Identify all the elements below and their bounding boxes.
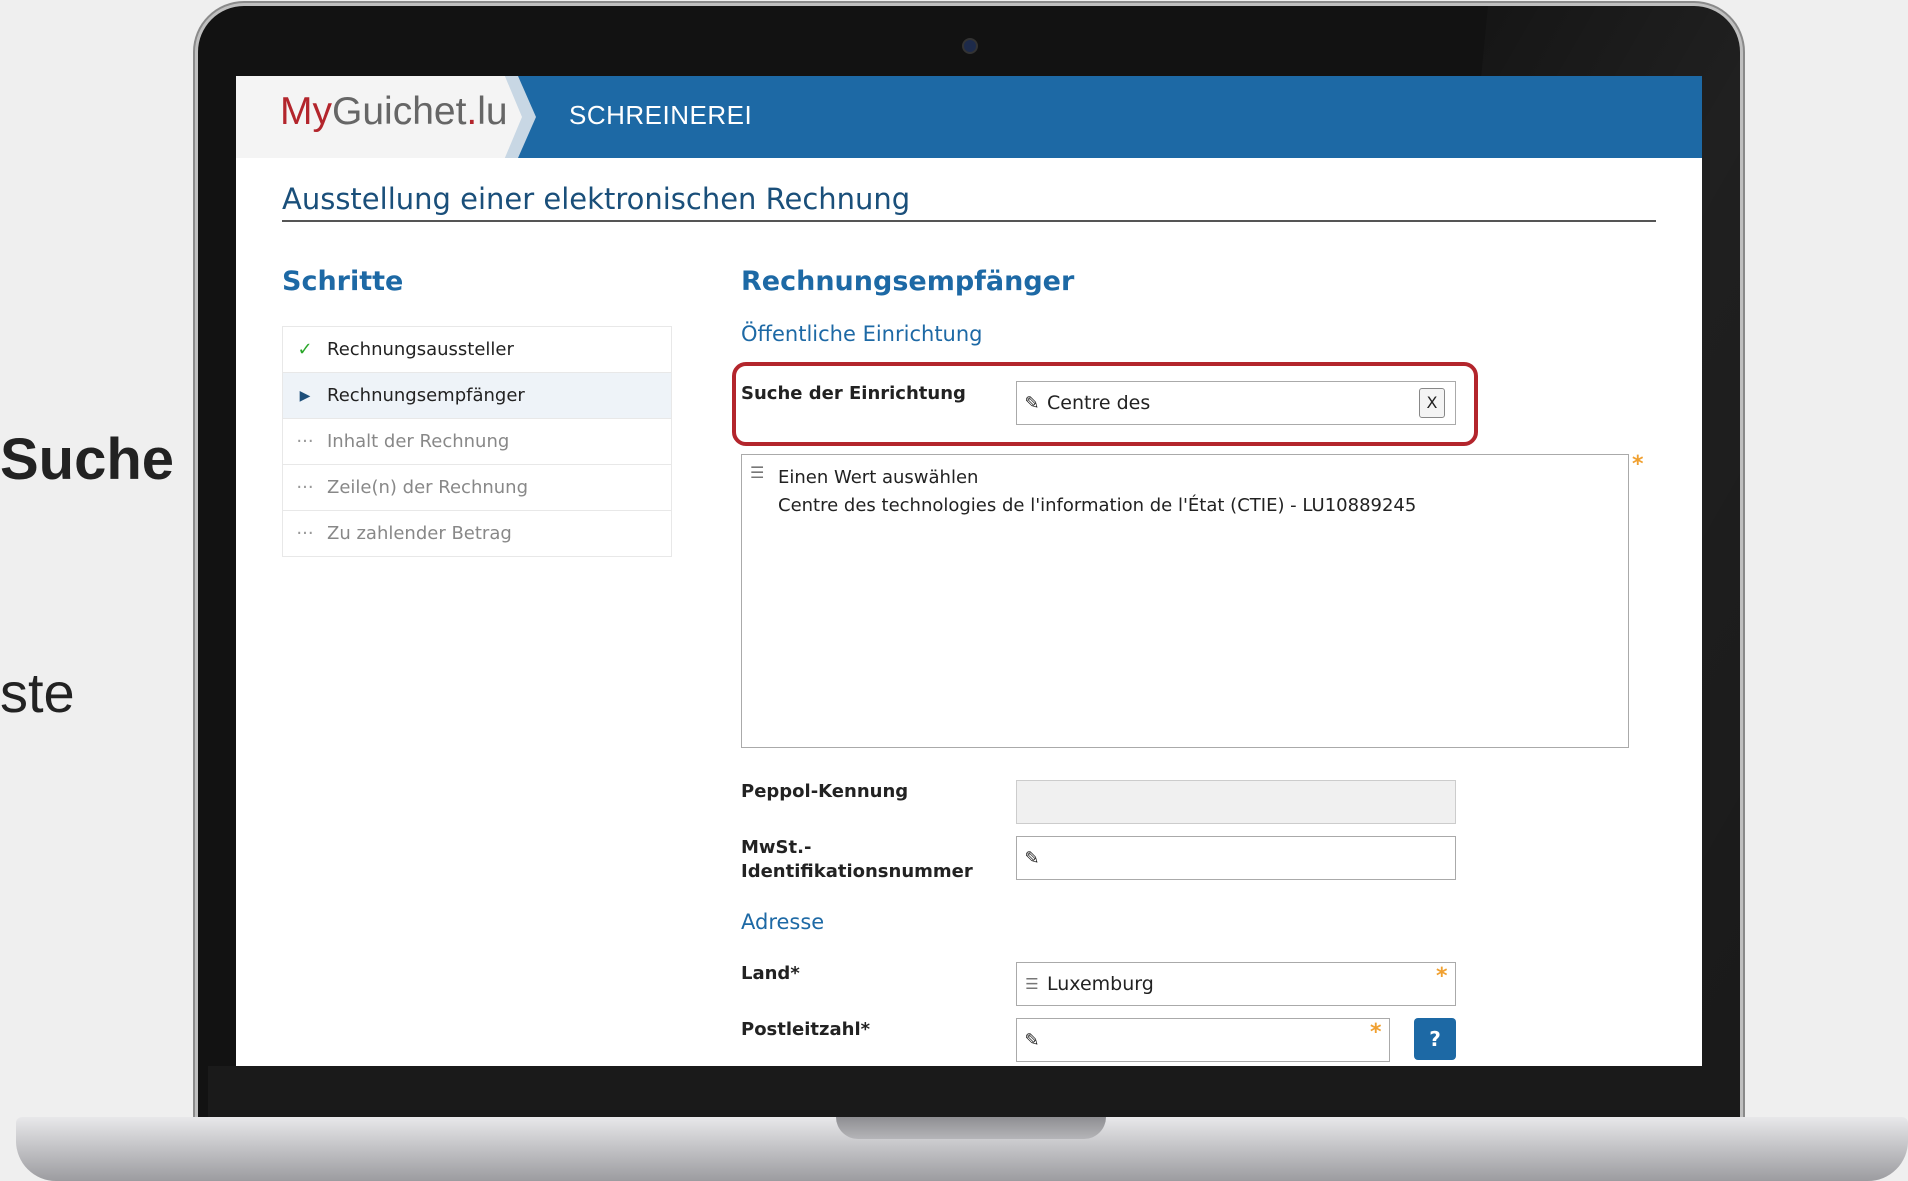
checkmark-icon: ✓	[297, 339, 313, 360]
pencil-icon: ✎	[1024, 1029, 1040, 1051]
step-item-inhalt: ··· Inhalt der Rechnung	[283, 419, 671, 465]
myguichet-logo[interactable]: MyGuichet.lu	[280, 90, 508, 134]
step-label: Rechnungsempfänger	[327, 385, 525, 406]
steps-list: ✓ Rechnungsaussteller ▶ Rechnungsempfäng…	[282, 326, 672, 557]
ellipsis-icon: ···	[296, 477, 314, 498]
step-item-rechnungsempfaenger[interactable]: ▶ Rechnungsempfänger	[283, 373, 671, 419]
vat-label: MwSt.- Identifikationsnummer	[741, 837, 973, 882]
required-marker: *	[1632, 452, 1644, 477]
postcode-input[interactable]: ✎	[1016, 1018, 1390, 1062]
list-option-ctie[interactable]: Centre des technologies de l'information…	[778, 495, 1416, 516]
postcode-label: Postleitzahl*	[741, 1019, 871, 1040]
slide-partial-heading: Suche	[0, 427, 175, 492]
country-label: Land*	[741, 963, 800, 984]
header-section-title: SCHREINEREI	[569, 100, 753, 130]
list-icon: ☰	[750, 463, 765, 482]
ellipsis-icon: ···	[296, 431, 314, 452]
step-item-zeilen: ··· Zeile(n) der Rechnung	[283, 465, 671, 511]
step-label: Rechnungsaussteller	[327, 339, 514, 360]
step-label: Inhalt der Rechnung	[327, 431, 510, 452]
highlight-frame	[732, 362, 1478, 446]
camera-icon	[962, 38, 978, 54]
step-item-betrag: ··· Zu zahlender Betrag	[283, 511, 671, 556]
list-icon: ☰	[1025, 975, 1039, 993]
ellipsis-icon: ···	[296, 523, 314, 544]
pencil-icon: ✎	[1024, 847, 1040, 869]
required-marker: *	[1436, 964, 1448, 989]
section-address: Adresse	[741, 910, 825, 934]
country-value: Luxemburg	[1047, 973, 1154, 995]
form-heading: Rechnungsempfänger	[741, 266, 1075, 297]
peppol-input	[1016, 780, 1456, 824]
step-label: Zeile(n) der Rechnung	[327, 477, 529, 498]
screen-bezel-bottom	[208, 1066, 1730, 1118]
slide-partial-text: ste	[0, 661, 75, 724]
list-option-placeholder[interactable]: Einen Wert auswählen	[778, 467, 978, 488]
page-title: Ausstellung einer elektronischen Rechnun…	[282, 182, 911, 216]
institution-listbox[interactable]: ☰ Einen Wert auswählen Centre des techno…	[741, 454, 1629, 748]
site-header: MyGuichet.lu SCHREINEREI	[236, 76, 1702, 158]
country-select[interactable]: ☰ Luxemburg	[1016, 962, 1456, 1006]
laptop-base-notch	[836, 1117, 1106, 1139]
help-button[interactable]: ?	[1414, 1018, 1456, 1060]
vat-input[interactable]: ✎	[1016, 836, 1456, 880]
step-label: Zu zahlender Betrag	[327, 523, 512, 544]
required-marker: *	[1370, 1020, 1382, 1045]
browser-screen: MyGuichet.lu SCHREINEREI Ausstellung ein…	[236, 76, 1702, 1066]
steps-heading: Schritte	[282, 266, 404, 297]
section-public-institution: Öffentliche Einrichtung	[741, 322, 983, 346]
title-divider	[282, 220, 1656, 222]
step-item-rechnungsaussteller[interactable]: ✓ Rechnungsaussteller	[283, 327, 671, 373]
triangle-right-icon: ▶	[299, 387, 311, 404]
peppol-label: Peppol-Kennung	[741, 781, 909, 802]
